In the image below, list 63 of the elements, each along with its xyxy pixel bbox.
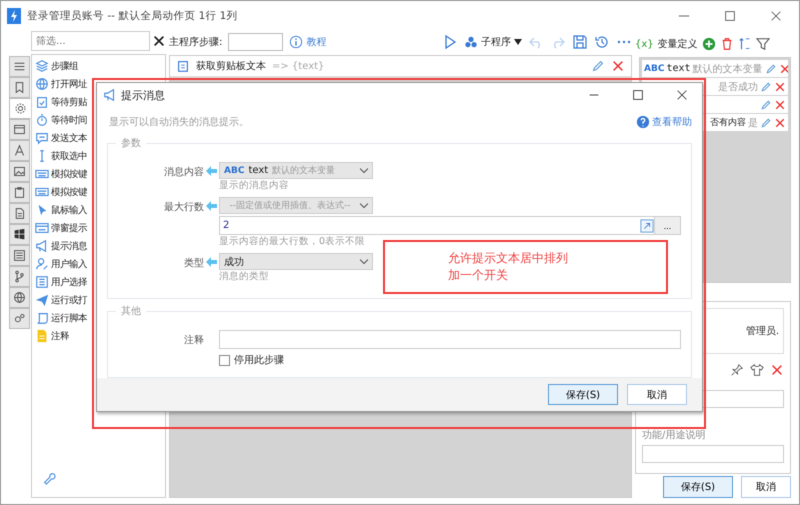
action-item[interactable]: 运行脚本 <box>51 312 87 324</box>
action-item[interactable]: 等待时间 <box>51 114 87 126</box>
description-text: 管理员. <box>746 325 779 338</box>
help-link[interactable]: 查看帮助 <box>636 115 692 130</box>
action-item[interactable]: 用户选择 <box>51 276 87 288</box>
field-label: 功能/用途说明 <box>642 428 706 442</box>
action-item[interactable]: 打开网址 <box>51 78 87 90</box>
variables-title: 变量定义 <box>658 38 698 51</box>
step-output: => {text} <box>272 60 324 72</box>
steps-label: 主程序步骤: <box>169 36 222 49</box>
variable-description: 默认的文本变量 <box>692 62 763 76</box>
selected-value: text <box>248 165 268 176</box>
annotation-text: 加一个开关 <box>448 267 509 284</box>
window-title: 登录管理员账号 -- 默认全局动作页 1行 1列 <box>27 9 238 23</box>
dropdown-placeholder: --固定值或使用插值、表达式-- <box>228 200 352 212</box>
more-button[interactable]: ... <box>654 217 680 234</box>
action-item[interactable]: 弹窗提示 <box>51 222 87 234</box>
message-dropdown[interactable]: ABC text 默认的文本变量 <box>219 162 373 180</box>
checkbox-label: 停用此步骤 <box>234 354 284 368</box>
dialog-title: 提示消息 <box>121 88 166 102</box>
action-item[interactable]: 模拟按键 <box>51 186 87 198</box>
cancel-button[interactable]: 取消 <box>627 384 687 406</box>
value-description: 默认的文本变量 <box>272 164 336 178</box>
action-item[interactable]: 获取选中 <box>51 150 87 162</box>
variable-name: text <box>666 63 691 74</box>
type-label: ABC <box>644 64 664 74</box>
cancel-button[interactable]: 取消 <box>741 476 791 498</box>
variable-description: 是 <box>748 116 758 130</box>
subprogram-dropdown[interactable]: 子程序 <box>464 35 522 49</box>
step-row[interactable]: 获取剪贴板文本 => {text} <box>170 56 631 78</box>
field-label: 消息内容 <box>163 166 204 180</box>
action-item[interactable]: 模拟按键 <box>51 168 87 180</box>
filter-field[interactable]: 筛选... <box>31 31 150 51</box>
variable-description: 是否成功 <box>718 80 758 94</box>
step-title: 获取剪贴板文本 <box>196 60 266 73</box>
action-item[interactable]: 等待剪贴 <box>51 96 87 108</box>
max-lines-field[interactable]: 2 ... <box>219 216 681 236</box>
selected-value: 成功 <box>224 256 244 269</box>
dialog-description: 显示可以自动消失的消息提示。 <box>109 116 250 130</box>
type-label: ABC <box>224 166 244 176</box>
type-dropdown[interactable]: 成功 <box>219 253 373 270</box>
group-title: 参数 <box>116 136 146 150</box>
action-item[interactable]: 用户输入 <box>51 258 87 270</box>
field-value: 2 <box>222 220 230 232</box>
action-item[interactable]: 鼠标输入 <box>51 204 87 216</box>
field-label: 注释 <box>183 334 204 348</box>
hint-text: 消息的类型 <box>219 270 269 284</box>
field-label: 类型 <box>183 256 204 270</box>
tutorial-link[interactable]: 教程 <box>289 35 326 49</box>
variable-name: 否有内容 <box>710 116 746 129</box>
action-item[interactable]: 提示消息 <box>51 240 87 252</box>
annotation-text: 允许提示文本居中排列 <box>448 250 569 267</box>
variable-symbol: {x} <box>635 38 654 50</box>
save-button[interactable]: 保存(S) <box>548 384 618 406</box>
action-item[interactable]: 步骤组 <box>51 60 78 72</box>
group-title: 其他 <box>116 304 146 318</box>
hint-text: 显示内容的最大行数，0表示不限 <box>219 235 366 250</box>
save-button[interactable]: 保存(S) <box>663 476 733 498</box>
hint-text: 显示的消息内容 <box>219 179 289 194</box>
action-item[interactable]: 注释 <box>51 330 69 342</box>
action-item[interactable]: 运行或打 <box>51 294 87 306</box>
action-item[interactable]: 发送文本 <box>51 132 87 144</box>
field-label: 最大行数 <box>163 200 204 214</box>
